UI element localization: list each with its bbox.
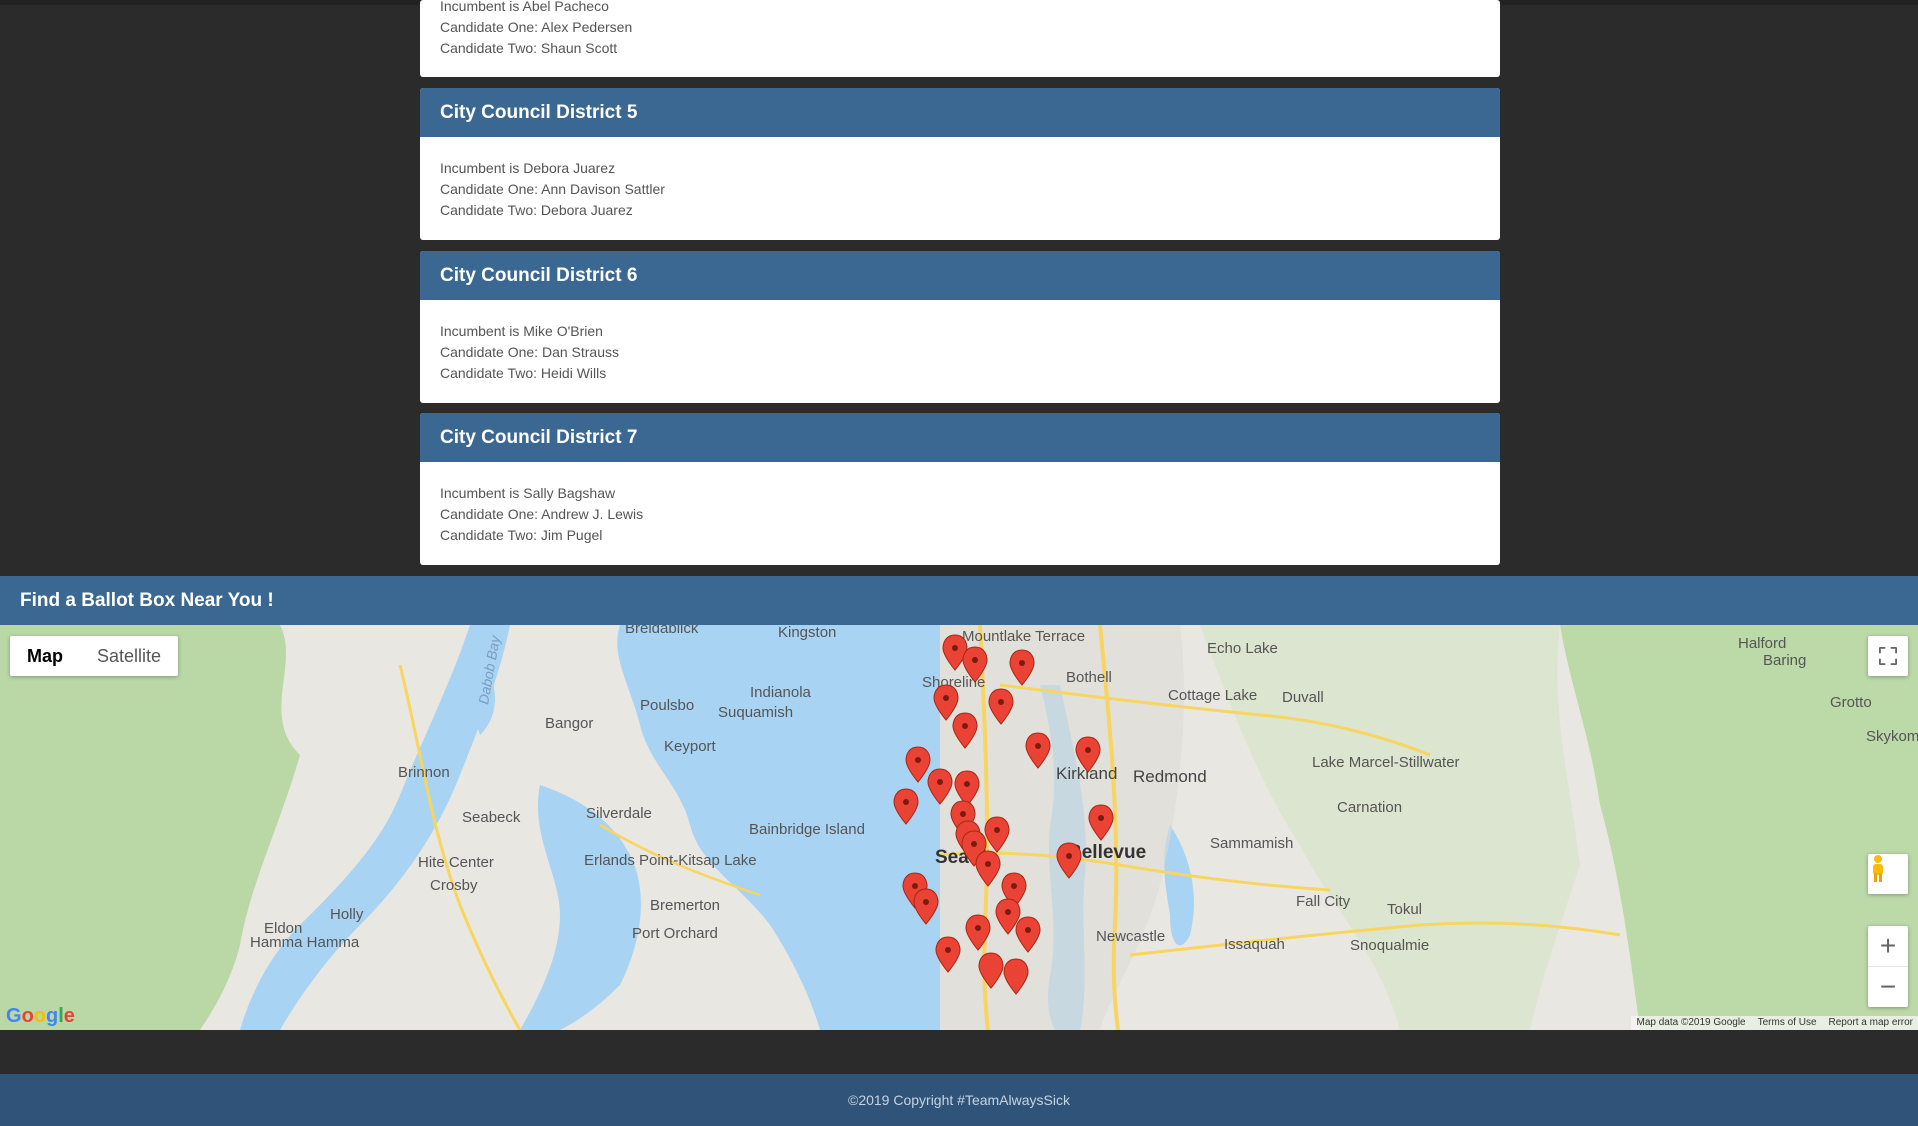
zoom-control: + − (1868, 926, 1908, 1007)
map-label: Indianola (750, 684, 812, 701)
street-view-button[interactable] (1868, 854, 1908, 894)
map-label: Keyport (664, 738, 717, 755)
map-label: Fall City (1296, 893, 1351, 910)
map-label: Sammamish (1210, 835, 1293, 852)
map-label: Cottage Lake (1168, 687, 1257, 704)
copyright-text: ©2019 Copyright #TeamAlwaysSick (848, 1092, 1070, 1108)
candidate-one-text: Candidate One: Alex Pedersen (440, 19, 633, 35)
candidate-two-text: Candidate Two: Shaun Scott (440, 40, 618, 56)
map-canvas[interactable]: Dabob Bay Breidablick Kingston Indianola… (0, 625, 1918, 1030)
district-card: City Council District 6 Incumbent is Mik… (420, 251, 1500, 403)
incumbent-text: Incumbent is Abel Pacheco (440, 0, 609, 14)
google-logo[interactable]: Google (6, 1005, 75, 1028)
map-label: Newcastle (1096, 928, 1165, 945)
candidate-two-text: Candidate Two: Jim Pugel (440, 527, 603, 543)
fullscreen-button[interactable] (1868, 636, 1908, 676)
map-label: Seabeck (462, 809, 521, 826)
map-data-text: Map data ©2019 Google (1636, 1017, 1746, 1028)
map-label: Bothell (1066, 669, 1112, 686)
map-label: Kingston (778, 625, 836, 641)
map-label: Baring (1763, 652, 1806, 669)
zoom-in-button[interactable]: + (1868, 927, 1908, 967)
map-label: Carnation (1337, 799, 1402, 816)
candidate-one-text: Candidate One: Ann Davison Sattler (440, 181, 665, 197)
map-label: Bremerton (650, 897, 720, 914)
map-label: Port Orchard (632, 925, 718, 942)
map-attribution: Map data ©2019 Google Terms of Use Repor… (1631, 1016, 1918, 1030)
map-label: Duvall (1282, 689, 1324, 706)
map-label: Echo Lake (1207, 640, 1278, 657)
incumbent-text: Incumbent is Debora Juarez (440, 160, 616, 176)
district-card: City Council District 5 Incumbent is Deb… (420, 88, 1500, 240)
district-card: Incumbent is Abel Pacheco Candidate One:… (420, 0, 1500, 77)
district-title: City Council District 7 (420, 413, 1500, 462)
incumbent-text: Incumbent is Mike O'Brien (440, 323, 603, 339)
map-type-satellite-button[interactable]: Satellite (80, 636, 178, 676)
map-label: Bainbridge Island (749, 821, 865, 838)
report-map-error-link[interactable]: Report a map error (1829, 1016, 1913, 1030)
map-label: Redmond (1133, 767, 1207, 786)
map-label: Brinnon (398, 764, 450, 781)
map-label: Hamma Hamma (250, 934, 360, 951)
map-label: Poulsbo (640, 697, 694, 714)
map-label: Hite Center (418, 854, 494, 871)
terms-of-use-link[interactable]: Terms of Use (1758, 1016, 1817, 1030)
candidate-one-text: Candidate One: Andrew J. Lewis (440, 506, 644, 522)
candidate-two-text: Candidate Two: Heidi Wills (440, 365, 607, 381)
candidate-two-text: Candidate Two: Debora Juarez (440, 202, 633, 218)
district-title: City Council District 5 (420, 88, 1500, 137)
map-label: Breidablick (625, 625, 699, 637)
map-label: Erlands Point-Kitsap Lake (584, 852, 757, 869)
district-title: City Council District 6 (420, 251, 1500, 300)
map-label: Suquamish (718, 704, 793, 721)
ballot-box-map[interactable]: Dabob Bay Breidablick Kingston Indianola… (0, 625, 1918, 1030)
map-label: Snoqualmie (1350, 937, 1429, 954)
map-label: Grotto (1830, 694, 1872, 711)
district-card: City Council District 7 Incumbent is Sal… (420, 413, 1500, 565)
map-label: Halford (1738, 635, 1786, 652)
map-label: Bangor (545, 715, 593, 732)
map-type-map-button[interactable]: Map (10, 636, 80, 676)
map-label: Crosby (430, 877, 478, 894)
footer: ©2019 Copyright #TeamAlwaysSick (0, 1074, 1918, 1126)
ballot-box-heading: Find a Ballot Box Near You ! (0, 576, 1918, 625)
map-type-control: Map Satellite (10, 636, 179, 676)
map-label: Issaquah (1224, 936, 1285, 953)
zoom-out-button[interactable]: − (1868, 967, 1908, 1007)
incumbent-text: Incumbent is Sally Bagshaw (440, 485, 616, 501)
map-label: Silverdale (586, 805, 652, 822)
map-label: Skykom (1866, 728, 1918, 745)
map-label: Holly (330, 906, 364, 923)
map-label: Tokul (1387, 901, 1422, 918)
candidate-one-text: Candidate One: Dan Strauss (440, 344, 619, 360)
pegman-icon (1873, 855, 1883, 882)
map-label: Lake Marcel-Stillwater (1312, 754, 1460, 771)
map-label: Mountlake Terrace (962, 628, 1085, 645)
fullscreen-icon (1879, 647, 1897, 665)
